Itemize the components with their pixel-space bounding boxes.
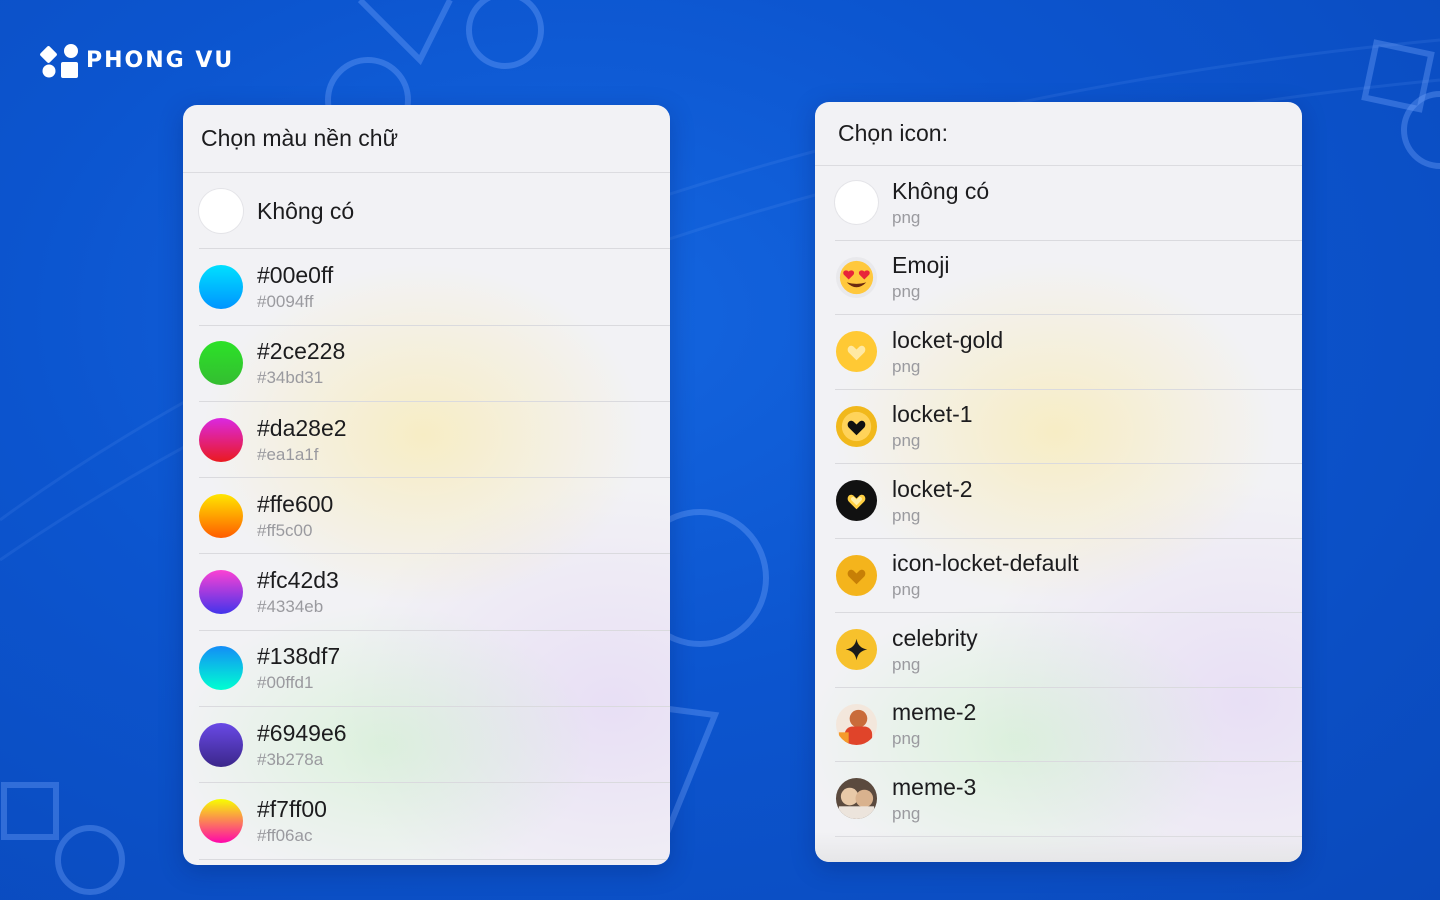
panel-title: Chọn icon: <box>838 120 948 146</box>
option-file-type: png <box>892 431 921 451</box>
option-secondary-color: #ff5c00 <box>257 520 313 540</box>
option-file-type: png <box>892 505 921 525</box>
option-label: Emoji <box>892 252 950 279</box>
option-label: #00e0ff <box>257 261 334 288</box>
option-secondary-color: #34bd31 <box>257 368 324 388</box>
icon-option[interactable]: meme-2 png <box>835 688 1302 762</box>
color-swatch <box>199 799 243 844</box>
meme-2-thumbnail-icon <box>835 703 878 746</box>
option-secondary-color: #ff06ac <box>257 826 313 846</box>
blank-icon <box>835 181 878 225</box>
option-label: locket-gold <box>892 326 1004 353</box>
icon-option[interactable]: locket-1 png <box>835 390 1302 464</box>
color-option[interactable]: #fc42d3 #4334eb <box>199 554 670 631</box>
panel-header: Chọn icon: <box>815 102 1302 166</box>
icon-option[interactable]: icon-locket-default png <box>835 539 1302 613</box>
color-swatch <box>199 341 243 386</box>
text-background-color-picker: Chọn màu nền chữ Không có #00e0ff #0094ff… <box>183 105 670 865</box>
icon-option[interactable]: meme-3 png <box>835 762 1302 837</box>
icon-option[interactable]: Emoji png <box>835 241 1302 315</box>
option-label: celebrity <box>892 624 978 651</box>
option-label: #fc42d3 <box>257 567 339 594</box>
sparkle-star-icon <box>835 628 878 671</box>
option-label: Không có <box>257 197 355 224</box>
option-file-type: png <box>892 207 921 227</box>
color-swatch <box>199 646 243 691</box>
default-locket-icon <box>835 554 878 597</box>
icon-picker: Chọn icon: Không có png Emoji png locket… <box>815 102 1302 862</box>
option-secondary-color: #0094ff <box>257 291 314 311</box>
color-swatch <box>199 493 243 538</box>
option-label: #6949e6 <box>257 719 347 746</box>
icon-option[interactable]: locket-gold png <box>835 315 1302 390</box>
color-option-list: Không có #00e0ff #0094ff #2ce228 #34bd31 #… <box>183 173 670 860</box>
option-secondary-color: #ea1a1f <box>257 444 319 464</box>
brand-logo: PHONG VU <box>40 42 234 78</box>
color-swatch <box>199 417 243 462</box>
gold-heart-black-locket-icon <box>835 479 878 522</box>
option-label: locket-2 <box>892 475 973 502</box>
option-label: #2ce228 <box>257 338 346 365</box>
option-file-type: png <box>892 654 921 674</box>
option-file-type: png <box>892 282 921 302</box>
option-label: meme-3 <box>892 773 977 800</box>
black-heart-gold-locket-icon <box>835 405 878 448</box>
color-swatch <box>199 570 243 615</box>
option-label: meme-2 <box>892 699 977 726</box>
scroll-fade <box>815 832 1302 862</box>
panel-title: Chọn màu nền chữ <box>201 125 398 151</box>
icon-option-list: Không có png Emoji png locket-gold png l… <box>815 166 1302 837</box>
option-label: #da28e2 <box>257 414 347 441</box>
option-secondary-color: #3b278a <box>257 749 324 769</box>
color-option[interactable]: #ffe600 #ff5c00 <box>199 478 670 555</box>
color-option-none[interactable]: Không có <box>199 173 670 250</box>
option-label: icon-locket-default <box>892 550 1079 577</box>
icon-option[interactable]: locket-2 png <box>835 464 1302 539</box>
option-file-type: png <box>892 803 921 823</box>
heart-eyes-emoji-icon <box>835 256 878 299</box>
option-secondary-color: #4334eb <box>257 597 324 617</box>
color-option[interactable]: #6949e6 #3b278a <box>199 707 670 784</box>
color-option[interactable]: #2ce228 #34bd31 <box>199 326 670 402</box>
option-label: Không có <box>892 177 990 204</box>
option-file-type: png <box>892 356 921 376</box>
color-swatch <box>199 722 243 767</box>
icon-option-none[interactable]: Không có png <box>835 166 1302 241</box>
color-option[interactable]: #138df7 #00ffd1 <box>199 631 670 708</box>
icon-option[interactable]: celebrity png <box>835 613 1302 688</box>
option-label: #f7ff00 <box>257 796 327 823</box>
option-label: locket-1 <box>892 401 973 428</box>
color-swatch <box>199 188 243 233</box>
gold-heart-locket-icon <box>835 330 878 373</box>
meme-3-thumbnail-icon <box>835 777 878 820</box>
color-option[interactable]: #f7ff00 #ff06ac <box>199 783 670 860</box>
option-secondary-color: #00ffd1 <box>257 673 314 693</box>
option-file-type: png <box>892 729 921 749</box>
option-label: #138df7 <box>257 643 341 670</box>
option-file-type: png <box>892 580 921 600</box>
color-swatch <box>199 264 243 309</box>
color-option[interactable]: #da28e2 #ea1a1f <box>199 402 670 479</box>
phongvu-logo-icon <box>40 42 80 78</box>
option-label: #ffe600 <box>257 490 334 517</box>
color-option[interactable]: #00e0ff #0094ff <box>199 249 670 326</box>
panel-header: Chọn màu nền chữ <box>183 105 670 173</box>
brand-name: PHONG VU <box>86 47 235 73</box>
